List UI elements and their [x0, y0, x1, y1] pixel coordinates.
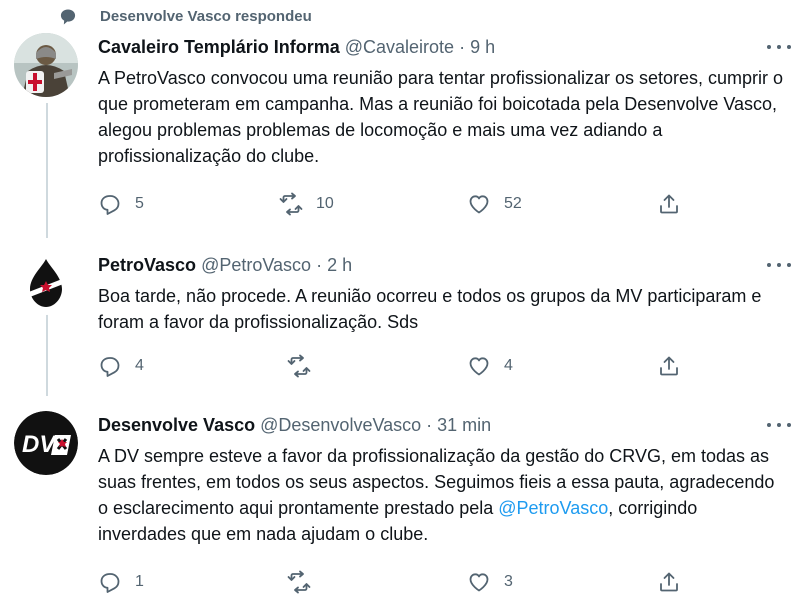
like-button[interactable]: 4	[467, 353, 513, 379]
speech-bubble-icon	[58, 7, 78, 27]
tweet-header: PetroVasco @PetroVasco · 2 h	[98, 254, 352, 276]
handle[interactable]: @Cavaleirote	[345, 37, 454, 57]
tweet-actions: 1 3	[0, 569, 811, 595]
heart-icon	[467, 354, 491, 378]
share-icon	[657, 354, 681, 378]
reply-button[interactable]: 5	[98, 191, 144, 217]
handle[interactable]: @DesenvolveVasco	[260, 415, 421, 435]
avatar-petrovasco[interactable]	[14, 251, 78, 315]
like-count: 52	[504, 195, 522, 212]
like-button[interactable]: 3	[467, 569, 513, 595]
reply-count: 5	[135, 195, 144, 212]
timestamp[interactable]: 9 h	[470, 37, 495, 57]
tweet-actions: 4 4	[0, 353, 811, 379]
tweet-actions: 5 10 52	[0, 191, 811, 217]
social-context-text: Desenvolve Vasco respondeu	[100, 8, 312, 25]
tweet-text: Boa tarde, não procede. A reunião ocorre…	[98, 286, 762, 332]
social-context: Desenvolve Vasco respondeu	[58, 6, 312, 28]
retweet-button[interactable]: 10	[279, 191, 334, 217]
reply-button[interactable]: 4	[98, 353, 144, 379]
avatar-cavaleirote[interactable]	[14, 33, 78, 97]
timestamp[interactable]: 31 min	[437, 415, 491, 435]
mention-link[interactable]: @PetroVasco	[498, 498, 608, 518]
retweet-icon	[279, 192, 303, 216]
heart-icon	[467, 192, 491, 216]
display-name[interactable]: Desenvolve Vasco	[98, 415, 255, 435]
handle[interactable]: @PetroVasco	[201, 255, 311, 275]
share-button[interactable]	[657, 353, 681, 379]
share-icon	[657, 192, 681, 216]
retweet-button[interactable]	[287, 569, 311, 595]
like-count: 3	[504, 573, 513, 590]
retweet-count: 10	[316, 195, 334, 212]
reply-icon	[98, 570, 122, 594]
thread-line	[46, 103, 48, 238]
tweet-text: A DV sempre esteve a favor da profission…	[98, 443, 788, 547]
retweet-icon	[287, 570, 311, 594]
separator: ·	[311, 255, 328, 275]
tweet-header: Cavaleiro Templário Informa @Cavaleirote…	[98, 36, 495, 58]
display-name[interactable]: PetroVasco	[98, 255, 196, 275]
share-button[interactable]	[657, 569, 681, 595]
retweet-icon	[287, 354, 311, 378]
like-count: 4	[504, 357, 513, 374]
tweet-header: Desenvolve Vasco @DesenvolveVasco · 31 m…	[98, 414, 491, 436]
reply-count: 1	[135, 573, 144, 590]
display-name[interactable]: Cavaleiro Templário Informa	[98, 37, 340, 57]
reply-count: 4	[135, 357, 144, 374]
separator: ·	[421, 415, 438, 435]
timestamp[interactable]: 2 h	[327, 255, 352, 275]
reply-button[interactable]: 1	[98, 569, 144, 595]
reply-icon	[98, 192, 122, 216]
separator: ·	[454, 37, 471, 57]
share-button[interactable]	[657, 191, 681, 217]
more-options-icon[interactable]	[767, 255, 791, 275]
heart-icon	[467, 570, 491, 594]
more-options-icon[interactable]	[767, 37, 791, 57]
avatar-desenvolvevasco[interactable]: DV	[14, 411, 78, 475]
like-button[interactable]: 52	[467, 191, 522, 217]
reply-icon	[98, 354, 122, 378]
tweet-text: A PetroVasco convocou uma reunião para t…	[98, 68, 784, 166]
retweet-button[interactable]	[287, 353, 311, 379]
more-options-icon[interactable]	[767, 415, 791, 435]
share-icon	[657, 570, 681, 594]
